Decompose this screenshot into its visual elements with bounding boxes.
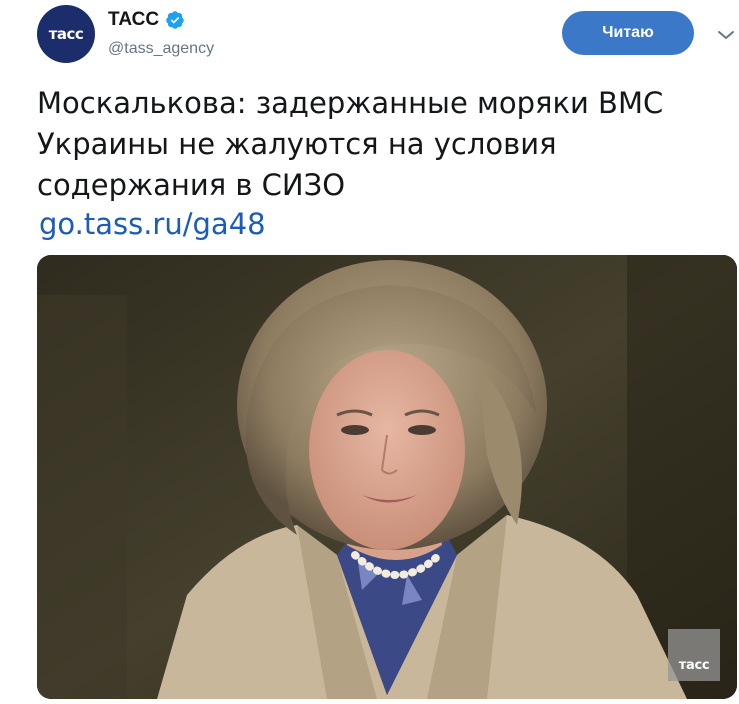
author-handle[interactable]: @tass_agency [108,40,214,58]
portrait-photo [37,255,737,699]
author-name-row: ТАСС [108,9,185,31]
tass-watermark: тасс [668,629,720,681]
tweet-text: Москалькова: задержанные моряки ВМС Укра… [37,86,664,202]
avatar[interactable]: тасс [37,5,95,63]
tweet-photo[interactable]: тасс [37,255,737,699]
watermark-text: тасс [678,658,710,673]
verified-badge-icon [166,11,184,29]
chevron-down-icon[interactable] [716,27,736,43]
tweet-link[interactable]: go.tass.ru/ga48 [39,205,266,243]
follow-button[interactable]: Читаю [562,11,694,55]
avatar-logo-text: тасс [48,25,84,43]
display-name[interactable]: ТАСС [108,9,159,31]
